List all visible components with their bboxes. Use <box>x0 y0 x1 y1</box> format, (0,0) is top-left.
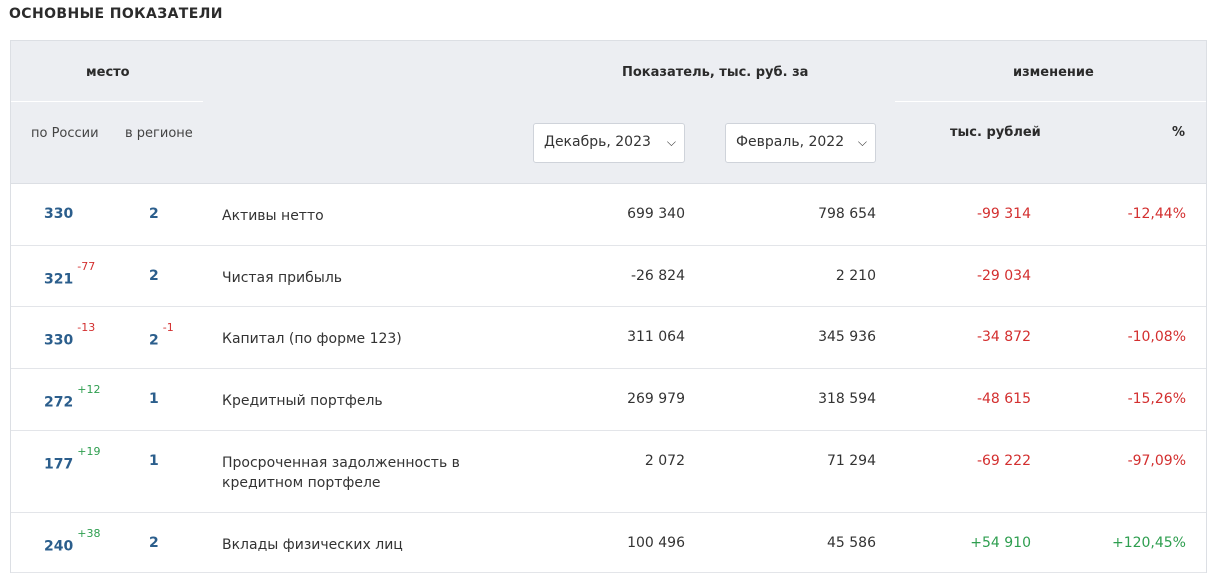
change-rub-header: тыс. рублей <box>950 125 1041 140</box>
table-row: 330-13 2-1 Капитал (по форме 123) 311 064 34… <box>11 307 1206 369</box>
period2-value: Февраль, 2022 <box>736 134 845 150</box>
rank-russia-value: 330 <box>44 332 74 349</box>
rank-russia: 240+38 <box>44 527 100 555</box>
value-period2: 71 294 <box>827 453 876 469</box>
table-row: 240+38 2 Вклады физических лиц 100 496 45 58… <box>11 513 1206 573</box>
indicator-header: Показатель, тыс. руб. за <box>622 65 809 80</box>
change-header: изменение <box>1013 65 1094 80</box>
rank-russia: 330-13 <box>44 321 95 349</box>
chevron-down-icon: ⌵ <box>857 135 867 149</box>
value-period2: 45 586 <box>827 535 876 551</box>
value-period2: 318 594 <box>818 391 876 407</box>
indicator-name: Чистая прибыль <box>222 270 343 286</box>
indicator-name: Кредитный портфель <box>222 393 383 409</box>
change-rub: -48 615 <box>976 391 1031 407</box>
value-period1: 2 072 <box>644 453 685 469</box>
rank-russia: 321-77 <box>44 260 95 288</box>
value-period1: -26 824 <box>630 268 685 284</box>
value-period1: 699 340 <box>627 206 685 222</box>
rank-russia-value: 240 <box>44 538 74 555</box>
table-row: 330 2 Активы нетто 699 340 798 654 -99 314 -12… <box>11 184 1206 246</box>
table-row: 177+19 1 Просроченная задолженность в кред… <box>11 431 1206 513</box>
table-row: 272+12 1 Кредитный портфель 269 979 318 594 -… <box>11 369 1206 431</box>
value-period1: 100 496 <box>627 535 685 551</box>
value-period2: 798 654 <box>818 206 876 222</box>
rank-russia-value: 321 <box>44 271 74 288</box>
rank-region: 2-1 <box>149 321 174 349</box>
change-pct: -12,44% <box>1127 206 1186 222</box>
rank-region-value: 2 <box>149 535 159 551</box>
rank-russia: 330 <box>44 206 73 222</box>
rank-russia-value: 330 <box>44 206 74 222</box>
header-divider-right <box>895 101 1206 102</box>
change-rub: -34 872 <box>976 329 1031 345</box>
header-divider-left <box>11 101 203 102</box>
indicator-name: Вклады физических лиц <box>222 537 403 553</box>
value-period2: 2 210 <box>835 268 876 284</box>
period1-select[interactable]: Декабрь, 2023 ⌵ <box>533 123 685 163</box>
rank-region-value: 1 <box>149 391 159 407</box>
rank-russia-delta: +38 <box>77 527 101 540</box>
rank-russia-value: 272 <box>44 394 74 411</box>
rank-russia: 177+19 <box>44 445 100 473</box>
value-period2: 345 936 <box>818 329 876 345</box>
rank-region-delta: -1 <box>162 321 174 334</box>
change-pct-header: % <box>1172 125 1186 140</box>
change-pct: -15,26% <box>1127 391 1186 407</box>
indicator-name: Капитал (по форме 123) <box>222 331 402 347</box>
rank-region-value: 1 <box>149 453 159 469</box>
rank-region: 1 <box>149 453 159 469</box>
rank-russia-delta: +12 <box>77 383 101 396</box>
rank-region: 2 <box>149 268 159 284</box>
rank-russia-delta: -13 <box>77 321 96 334</box>
rank-russia: 272+12 <box>44 383 100 411</box>
change-rub: +54 910 <box>970 535 1031 551</box>
rank-region: 2 <box>149 535 159 551</box>
change-pct: -97,09% <box>1127 453 1186 469</box>
change-pct: -10,08% <box>1127 329 1186 345</box>
indicators-table: место по России в регионе Показатель, ты… <box>10 40 1207 573</box>
rank-region-value: 2 <box>149 268 159 284</box>
change-rub: -69 222 <box>976 453 1031 469</box>
place-region-header: в регионе <box>125 126 193 141</box>
rank-region: 1 <box>149 391 159 407</box>
indicator-name: Активы нетто <box>222 208 324 224</box>
indicator-name: Просроченная задолженность в кредитном п… <box>222 455 460 491</box>
rank-russia-delta: -77 <box>77 260 96 273</box>
period1-value: Декабрь, 2023 <box>544 134 651 150</box>
rank-russia-value: 177 <box>44 456 74 473</box>
rank-russia-delta: +19 <box>77 445 101 458</box>
place-russia-header: по России <box>31 126 99 141</box>
value-period1: 269 979 <box>627 391 685 407</box>
chevron-down-icon: ⌵ <box>666 135 676 149</box>
rank-region: 2 <box>149 206 159 222</box>
rank-region-value: 2 <box>149 332 159 349</box>
change-rub: -29 034 <box>976 268 1031 284</box>
table-row: 321-77 2 Чистая прибыль -26 824 2 210 -29 034 <box>11 246 1206 307</box>
change-rub: -99 314 <box>976 206 1031 222</box>
table-header: место по России в регионе Показатель, ты… <box>11 41 1206 184</box>
section-title: ОСНОВНЫЕ ПОКАЗАТЕЛИ <box>9 6 223 22</box>
rank-region-value: 2 <box>149 206 159 222</box>
value-period1: 311 064 <box>627 329 685 345</box>
place-header: место <box>86 65 130 80</box>
period2-select[interactable]: Февраль, 2022 ⌵ <box>725 123 876 163</box>
change-pct: +120,45% <box>1111 535 1186 551</box>
